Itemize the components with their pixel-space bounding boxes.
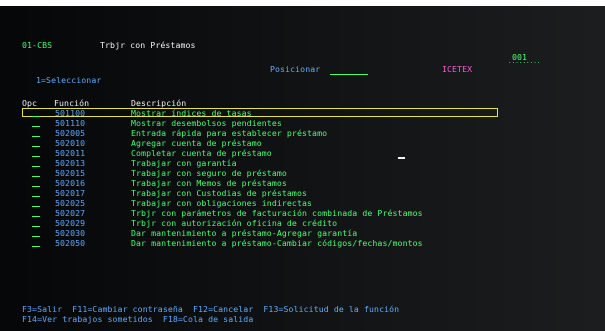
function-code: 502025 — [55, 198, 86, 208]
function-description: Mostrar desembolsos pendientes — [131, 118, 282, 128]
function-keys-line-2: F14=Ver trabajos sometidos F18=Cola de s… — [22, 314, 254, 324]
table-row[interactable]: 502030 Dar mantenimiento a préstamo-Agre… — [32, 228, 552, 238]
system-code-underline: ......... — [508, 58, 541, 65]
table-row[interactable]: 501110 Mostrar desembolsos pendientes — [32, 118, 552, 128]
table-row[interactable]: 502027 Trbjr con parámetros de facturaci… — [32, 208, 552, 218]
option-input[interactable] — [32, 176, 40, 177]
table-row[interactable]: 502016 Trabajar con Memos de préstamos — [32, 178, 552, 188]
option-input[interactable] — [32, 126, 40, 127]
table-row[interactable]: 502029 Trbjr con autorización oficina de… — [32, 218, 552, 228]
table-row[interactable]: 502017 Trabajar con Custodias de préstam… — [32, 188, 552, 198]
function-code: 502030 — [55, 228, 86, 238]
option-input[interactable] — [32, 186, 40, 187]
function-code: 502005 — [55, 128, 86, 138]
position-input[interactable] — [330, 74, 368, 75]
table-row[interactable]: 502050 Dar mantenimiento a préstamo-Camb… — [32, 238, 552, 248]
option-input[interactable] — [32, 236, 40, 237]
function-description: Trabajar con Memos de préstamos — [131, 178, 287, 188]
function-code: 502011 — [55, 148, 86, 158]
function-code: 501100 — [55, 108, 86, 118]
option-input[interactable] — [32, 166, 40, 167]
function-code: 502017 — [55, 188, 86, 198]
table-row[interactable]: 502010 Agregar cuenta de préstamo — [32, 138, 552, 148]
option-input[interactable] — [32, 116, 40, 117]
function-description: Trabajar con Custodias de préstamos — [131, 188, 308, 198]
option-input[interactable] — [32, 156, 40, 157]
table-row[interactable]: 502013 Trabajar con garantía — [32, 158, 552, 168]
screen-id: 01-CBS — [22, 40, 53, 50]
option-input[interactable] — [32, 246, 40, 247]
option-input[interactable] — [32, 206, 40, 207]
function-code: 502029 — [55, 218, 86, 228]
table-row[interactable]: 502025 Trabajar con obligaciones indirec… — [32, 198, 552, 208]
screen-title: Trbjr con Préstamos — [100, 40, 196, 50]
option-input[interactable] — [32, 146, 40, 147]
function-code: 502015 — [55, 168, 86, 178]
table-row[interactable]: 502005 Entrada rápida para establecer pr… — [32, 128, 552, 138]
table-row[interactable]: 501100 Mostrar índices de tasas — [32, 108, 552, 118]
function-description: Trbjr con autorización oficina de crédit… — [131, 218, 338, 228]
function-code: 502016 — [55, 178, 86, 188]
function-code: 502013 — [55, 158, 86, 168]
function-code: 502050 — [55, 238, 86, 248]
function-description: Trabajar con seguro de préstamo — [131, 168, 287, 178]
function-description: Trabajar con garantía — [131, 158, 237, 168]
entity-label: ICETEX — [442, 64, 473, 74]
function-description: Entrada rápida para establecer préstamo — [131, 128, 328, 138]
option-input[interactable] — [32, 226, 40, 227]
option-input[interactable] — [32, 196, 40, 197]
function-description: Dar mantenimiento a préstamo-Agregar gar… — [131, 228, 358, 238]
function-code: 501110 — [55, 118, 86, 128]
header-descripcion: Descripción — [131, 98, 187, 108]
option-input[interactable] — [32, 216, 40, 217]
function-description: Mostrar índices de tasas — [131, 108, 252, 118]
function-description: Trbjr con parámetros de facturación comb… — [131, 208, 423, 218]
function-keys-line-1: F3=Salir F11=Cambiar contraseña F12=Canc… — [22, 304, 400, 314]
function-code: 502027 — [55, 208, 86, 218]
select-hint: 1=Seleccionar — [36, 75, 102, 85]
header-opc: Opc — [22, 98, 38, 108]
header-funcion: Función — [54, 98, 90, 108]
function-description: Agregar cuenta de préstamo — [131, 138, 262, 148]
terminal-screen: 01-CBS Trbjr con Préstamos 001 .........… — [0, 6, 605, 331]
position-label: Posicionar — [270, 64, 321, 74]
option-input[interactable] — [32, 136, 40, 137]
function-description: Trabajar con obligaciones indirectas — [131, 198, 313, 208]
table-row[interactable]: 502011 Completar cuenta de préstamo — [32, 148, 552, 158]
table-row[interactable]: 502015 Trabajar con seguro de préstamo — [32, 168, 552, 178]
function-code: 502010 — [55, 138, 86, 148]
function-description: Completar cuenta de préstamo — [131, 148, 272, 158]
function-description: Dar mantenimiento a préstamo-Cambiar cód… — [131, 238, 423, 248]
text-cursor — [398, 157, 405, 159]
